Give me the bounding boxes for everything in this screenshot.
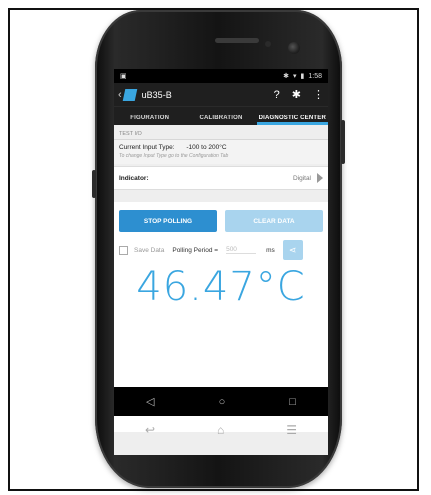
gear-icon[interactable]: ✱ (292, 88, 301, 101)
app-logo-icon (122, 88, 137, 101)
tab-diagnostic-center[interactable]: DIAGNOSTIC CENTER (256, 115, 328, 125)
share-icon: ⋖ (288, 244, 297, 255)
android-nav-bar: ◁ ○ □ (114, 387, 328, 416)
front-camera-icon (288, 42, 300, 54)
notification-icon: ▣ (120, 73, 127, 80)
input-type-hint: To change Input Type go to the Configura… (114, 153, 328, 164)
share-button[interactable]: ⋖ (282, 240, 303, 260)
polling-period-label: Polling Period = (172, 246, 219, 254)
proximity-sensor (265, 41, 271, 47)
phone-screen: ▣ ✱ ▾ ▮ 1:58 ‹ uB35-B ? ✱ ⋮ FIGURATION C… (114, 69, 328, 455)
wifi-icon: ▾ (293, 73, 297, 80)
input-type-row: Current Input Type: -100 to 200°C (114, 140, 328, 153)
battery-icon: ▮ (300, 73, 305, 80)
back-chevron-icon[interactable]: ‹ (118, 89, 122, 101)
app-title: uB35-B (141, 89, 172, 100)
save-data-label: Save Data (134, 246, 165, 254)
indicator-row[interactable]: Indicator: Digital (114, 166, 328, 190)
chevron-right-icon (317, 173, 323, 183)
hw-home-icon[interactable]: ⌂ (217, 423, 224, 437)
hw-menu-icon[interactable]: ☰ (286, 423, 297, 437)
help-icon[interactable]: ? (274, 89, 280, 101)
clock: 1:58 (308, 72, 322, 80)
tab-calibration[interactable]: CALIBRATION (185, 115, 256, 125)
polling-period-input[interactable]: 500 (226, 246, 257, 254)
input-type-label: Current Input Type: (119, 144, 175, 151)
earpiece (215, 38, 259, 43)
save-data-checkbox[interactable] (119, 245, 128, 255)
tab-bar: FIGURATION CALIBRATION DIAGNOSTIC CENTER (114, 106, 328, 125)
action-bar: ‹ uB35-B ? ✱ ⋮ (114, 83, 328, 106)
section-header-test-io: TEST I/O (114, 125, 328, 140)
overflow-menu-icon[interactable]: ⋮ (313, 88, 324, 101)
indicator-value: Digital (292, 174, 311, 182)
power-button (341, 120, 345, 164)
input-type-value: -100 to 200°C (186, 144, 227, 151)
tab-configuration[interactable]: FIGURATION (114, 115, 185, 125)
stop-polling-button[interactable]: STOP POLLING (119, 210, 217, 232)
nav-recents-icon[interactable]: □ (289, 396, 296, 408)
status-bar: ▣ ✱ ▾ ▮ 1:58 (114, 69, 328, 83)
polling-options: Save Data Polling Period = 500 ms ⋖ (114, 232, 328, 260)
polling-unit-label: ms (266, 246, 275, 254)
hardware-keys: ↩ ⌂ ☰ (114, 420, 328, 440)
bluetooth-icon: ✱ (283, 73, 289, 80)
temperature-reading: 46.47°C (136, 264, 306, 310)
clear-data-button[interactable]: CLEAR DATA (225, 210, 323, 232)
nav-home-icon[interactable]: ○ (219, 396, 226, 408)
volume-button (92, 170, 96, 198)
indicator-label: Indicator: (119, 174, 149, 182)
hw-back-icon[interactable]: ↩ (145, 423, 155, 437)
button-row: STOP POLLING CLEAR DATA (114, 202, 328, 232)
nav-back-icon[interactable]: ◁ (146, 395, 154, 408)
